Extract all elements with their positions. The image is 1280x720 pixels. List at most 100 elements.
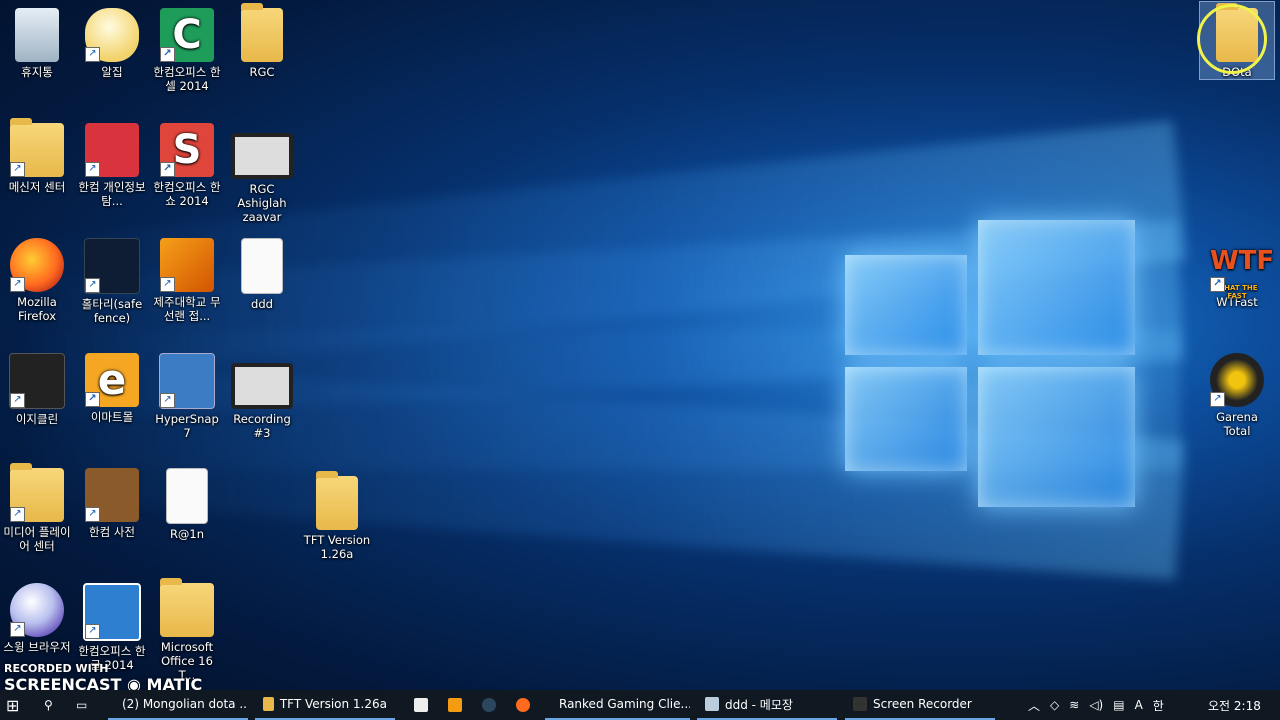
- garena-logo-icon: ↗: [1210, 353, 1264, 407]
- taskbar-item-rgc[interactable]: Ranked Gaming Clie...: [545, 690, 690, 720]
- video-file-icon: [231, 363, 293, 409]
- shortcut-arrow-icon: ↗: [85, 392, 100, 407]
- rgc-video-icon[interactable]: RGC Ashiglah zaavar: [225, 117, 299, 224]
- media-icon: [448, 698, 462, 712]
- easyclean-icon[interactable]: ↗ 이지클린: [0, 347, 74, 426]
- recycle-bin-icon: [15, 8, 59, 62]
- hancell-c-icon: C ↗: [160, 8, 214, 62]
- network-icon: ↗: [160, 238, 214, 292]
- recycle-bin-icon[interactable]: 휴지통: [0, 2, 74, 79]
- shortcut-arrow-icon: ↗: [160, 393, 175, 408]
- task-view-button[interactable]: ▭: [70, 690, 93, 720]
- broom-icon: ↗: [9, 353, 65, 409]
- hancom-hancell-icon[interactable]: C ↗ 한컴오피스 한셀 2014: [150, 2, 224, 93]
- emart-e-icon: e ↗: [85, 353, 139, 407]
- rgc-folder-icon[interactable]: RGC: [225, 2, 299, 79]
- taskbar-steam[interactable]: [476, 690, 502, 720]
- document-icon: [166, 468, 208, 524]
- shortcut-arrow-icon: ↗: [10, 162, 25, 177]
- shortcut-arrow-icon: ↗: [85, 47, 100, 62]
- shortcut-arrow-icon: ↗: [160, 277, 175, 292]
- wtfast-logo-icon: WTF WHAT THE FAST ↗: [1210, 238, 1274, 300]
- windows-logo-wallpaper: [835, 210, 1145, 520]
- hancom-dictionary-icon[interactable]: ↗ 한컴 사전: [75, 462, 149, 539]
- folder-icon: [160, 578, 214, 637]
- start-button[interactable]: ⊞: [6, 690, 19, 720]
- taskbar-item-ie[interactable]: (2) Mongolian dota ...: [108, 690, 248, 720]
- swing-browser-icon[interactable]: ↗ 스윙 브라우저: [0, 577, 74, 654]
- jeju-wifi-icon[interactable]: ↗ 제주대학교 무선랜 접...: [150, 232, 224, 323]
- hypersnap-icon[interactable]: ↗ HyperSnap 7: [150, 347, 224, 440]
- magnifier-icon: ↗: [85, 123, 139, 177]
- search-icon: ⚲: [44, 698, 53, 712]
- shortcut-arrow-icon: ↗: [160, 47, 175, 62]
- shortcut-arrow-icon: ↗: [1210, 277, 1225, 292]
- shield-icon: ↗: [84, 238, 140, 294]
- taskbar-firefox[interactable]: [510, 690, 536, 720]
- safe-fence-icon[interactable]: ↗ 홀타리(safe fence): [75, 232, 149, 325]
- task-view-icon: ▭: [76, 698, 88, 712]
- volume-icon[interactable]: ◁): [1089, 698, 1103, 712]
- alzip-egg-icon: ↗: [85, 8, 139, 62]
- taskbar: ⊞ ⚲ ▭ (2) Mongolian dota ... TFT Version…: [0, 690, 1280, 720]
- folder-icon: [263, 697, 274, 711]
- hancom-privacy-icon[interactable]: ↗ 한컴 개인정보탐...: [75, 117, 149, 208]
- swing-logo-icon: ↗: [10, 583, 64, 637]
- shortcut-arrow-icon: ↗: [85, 507, 100, 522]
- dictionary-icon: ↗: [85, 468, 139, 522]
- cursor-highlight-ring: [1197, 4, 1267, 74]
- video-file-icon: [231, 133, 293, 179]
- folder-icon: ↗: [10, 118, 64, 177]
- media-player-center-icon[interactable]: ↗ 미디어 플레이어 센터: [0, 462, 74, 553]
- taskbar-media[interactable]: [442, 690, 468, 720]
- ime-hangul[interactable]: 한: [1153, 697, 1164, 714]
- shortcut-arrow-icon: ↗: [160, 162, 175, 177]
- wifi-icon[interactable]: ≋: [1069, 698, 1079, 712]
- shortcut-arrow-icon: ↗: [10, 507, 25, 522]
- tft-folder-icon[interactable]: TFT Version 1.26a: [300, 470, 374, 561]
- ime-mode[interactable]: A: [1135, 698, 1143, 712]
- hanshow-s-icon: S ↗: [160, 123, 214, 177]
- ddd-text-icon[interactable]: ddd: [225, 232, 299, 311]
- folder-media-icon: ↗: [10, 463, 64, 522]
- windows-start-icon: ⊞: [6, 695, 20, 715]
- clock[interactable]: 오전 2:18: [1208, 690, 1261, 720]
- notification-icon[interactable]: ▤: [1113, 698, 1124, 712]
- hancom-hanshow-icon[interactable]: S ↗ 한컴오피스 한쇼 2014: [150, 117, 224, 208]
- shortcut-arrow-icon: ↗: [85, 278, 100, 293]
- screencast-watermark: RECORDED WITH SCREENCAST ◉ MATIC: [4, 662, 203, 690]
- search-button[interactable]: ⚲: [38, 690, 59, 720]
- firefox-icon[interactable]: ↗ Mozilla Firefox: [0, 232, 74, 323]
- shortcut-arrow-icon: ↗: [10, 622, 25, 637]
- taskbar-item-screen-recorder[interactable]: Screen Recorder: [845, 690, 995, 720]
- taskbar-item-notepad[interactable]: ddd - 메모장: [697, 690, 837, 720]
- shortcut-arrow-icon: ↗: [85, 162, 100, 177]
- recording-video-icon[interactable]: Recording #3: [225, 347, 299, 440]
- r1n-file-icon[interactable]: R@1n: [150, 462, 224, 541]
- firefox-icon: [516, 698, 530, 712]
- emart-mall-icon[interactable]: e ↗ 이마트몰: [75, 347, 149, 424]
- chevron-up-icon[interactable]: ︿: [1028, 697, 1040, 714]
- store-icon: [414, 698, 428, 712]
- shortcut-arrow-icon: ↗: [10, 393, 25, 408]
- wtfast-icon[interactable]: WTF WHAT THE FAST ↗ WTFast: [1200, 232, 1274, 309]
- messenger-center-icon[interactable]: ↗ 메신저 센터: [0, 117, 74, 194]
- document-icon: [241, 238, 283, 294]
- garena-icon[interactable]: ↗ Garena Total: [1200, 347, 1274, 438]
- taskbar-item-tft-folder[interactable]: TFT Version 1.26a: [255, 690, 395, 720]
- folder-icon: [241, 3, 283, 62]
- alzip-icon[interactable]: ↗ 알집: [75, 2, 149, 79]
- steam-icon: [482, 698, 496, 712]
- shortcut-arrow-icon: ↗: [1210, 392, 1225, 407]
- folder-icon: [316, 471, 358, 530]
- shortcut-arrow-icon: ↗: [10, 277, 25, 292]
- recorder-icon: [853, 697, 867, 711]
- network-tray-icon[interactable]: ◇: [1050, 698, 1059, 712]
- firefox-logo-icon: ↗: [10, 238, 64, 292]
- hancom-hangul-icon[interactable]: ↗ 한컴오피스 한글 2014: [75, 577, 149, 672]
- taskbar-store[interactable]: [408, 690, 434, 720]
- hangul-document-icon: ↗: [83, 583, 141, 641]
- system-tray: ︿ ◇ ≋ ◁) ▤ A 한: [1028, 690, 1164, 720]
- desktop: 휴지통 ↗ 메신저 센터 ↗ Mozilla Firefox ↗ 이지클린 ↗ …: [0, 0, 1280, 690]
- camera-icon: ↗: [159, 353, 215, 409]
